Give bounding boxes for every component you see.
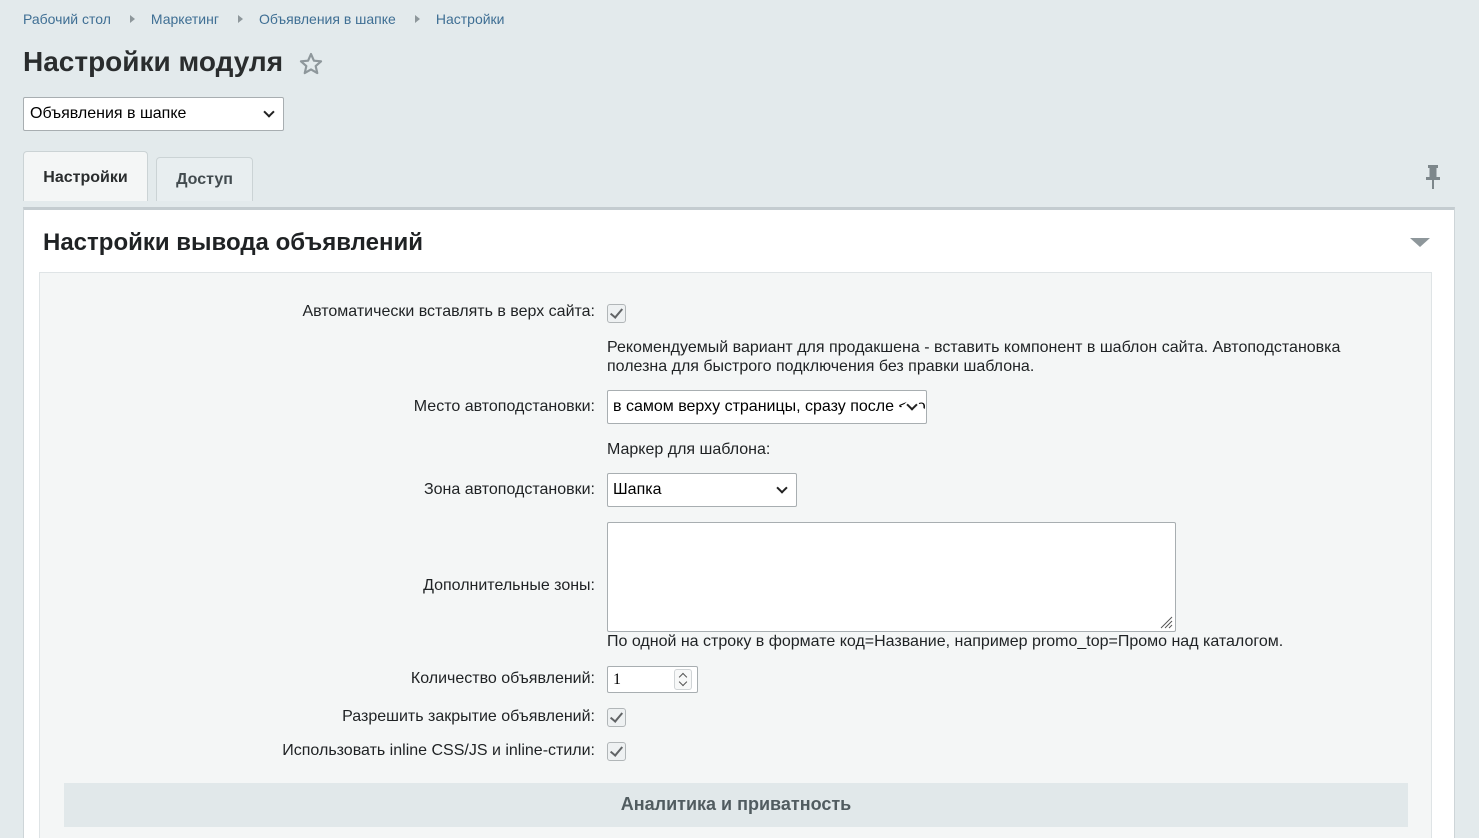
allow-close-checkbox[interactable]: [607, 708, 626, 727]
star-icon[interactable]: [298, 51, 324, 77]
breadcrumb-settings[interactable]: Настройки: [436, 11, 505, 27]
auto-insert-checkbox[interactable]: [607, 304, 626, 323]
breadcrumb-header-ads[interactable]: Объявления в шапке: [259, 11, 396, 27]
pin-icon[interactable]: [1424, 164, 1442, 190]
chevron-down-icon: [776, 482, 788, 494]
inline-css-label: Использовать inline CSS/JS и inline-стил…: [282, 742, 595, 759]
auto-insert-hint: Рекомендуемый вариант для продакшена - в…: [607, 339, 1341, 375]
tab-access[interactable]: Доступ: [156, 157, 253, 201]
inline-css-checkbox[interactable]: [607, 742, 626, 761]
breadcrumb-separator-icon: [129, 15, 135, 23]
chevron-down-icon: [263, 106, 275, 118]
extra-zones-textarea[interactable]: [607, 522, 1176, 632]
settings-panel: Настройки вывода объявлений Автоматическ…: [23, 207, 1455, 838]
settings-form: Автоматически вставлять в верх сайта: Ре…: [39, 272, 1432, 838]
module-select[interactable]: Объявления в шапке: [23, 97, 284, 131]
module-select-value: Объявления в шапке: [30, 105, 187, 122]
stepper-down-icon[interactable]: [678, 677, 688, 687]
ads-count-label: Количество объявлений:: [410, 670, 595, 687]
module-settings-page: Рабочий стол Маркетинг Объявления в шапк…: [0, 0, 1479, 838]
extra-zones-label: Дополнительные зоны:: [423, 577, 595, 594]
breadcrumb-desktop[interactable]: Рабочий стол: [23, 11, 111, 27]
ads-count-stepper[interactable]: [674, 669, 692, 690]
breadcrumb-marketing[interactable]: Маркетинг: [151, 11, 219, 27]
auto-place-select-value: в самом верху страницы, сразу после <bod…: [613, 398, 927, 415]
breadcrumb: Рабочий стол Маркетинг Объявления в шапк…: [23, 11, 505, 27]
analytics-privacy-heading[interactable]: Аналитика и приватность: [64, 783, 1408, 827]
auto-zone-select[interactable]: Шапка: [607, 473, 797, 507]
auto-zone-select-value: Шапка: [613, 481, 662, 498]
tab-settings[interactable]: Настройки: [23, 151, 148, 201]
ads-count-value: 1: [613, 671, 621, 688]
auto-zone-label: Зона автоподстановки:: [423, 481, 595, 498]
ads-count-input[interactable]: 1: [607, 666, 698, 693]
auto-place-select[interactable]: в самом верху страницы, сразу после <bod…: [607, 390, 927, 424]
auto-place-label: Место автоподстановки:: [413, 398, 595, 415]
breadcrumb-separator-icon: [414, 15, 420, 23]
allow-close-label: Разрешить закрытие объявлений:: [342, 708, 595, 725]
template-marker-label: Маркер для шаблона:: [607, 441, 771, 458]
section-title: Настройки вывода объявлений: [43, 229, 423, 256]
resize-handle-icon[interactable]: [1159, 615, 1173, 629]
breadcrumb-separator-icon: [237, 15, 243, 23]
triangle-down-icon[interactable]: [1410, 238, 1430, 247]
auto-insert-label: Автоматически вставлять в верх сайта:: [302, 303, 595, 320]
page-title: Настройки модуля: [23, 46, 284, 77]
extra-zones-hint: По одной на строку в формате код=Названи…: [607, 633, 1284, 650]
